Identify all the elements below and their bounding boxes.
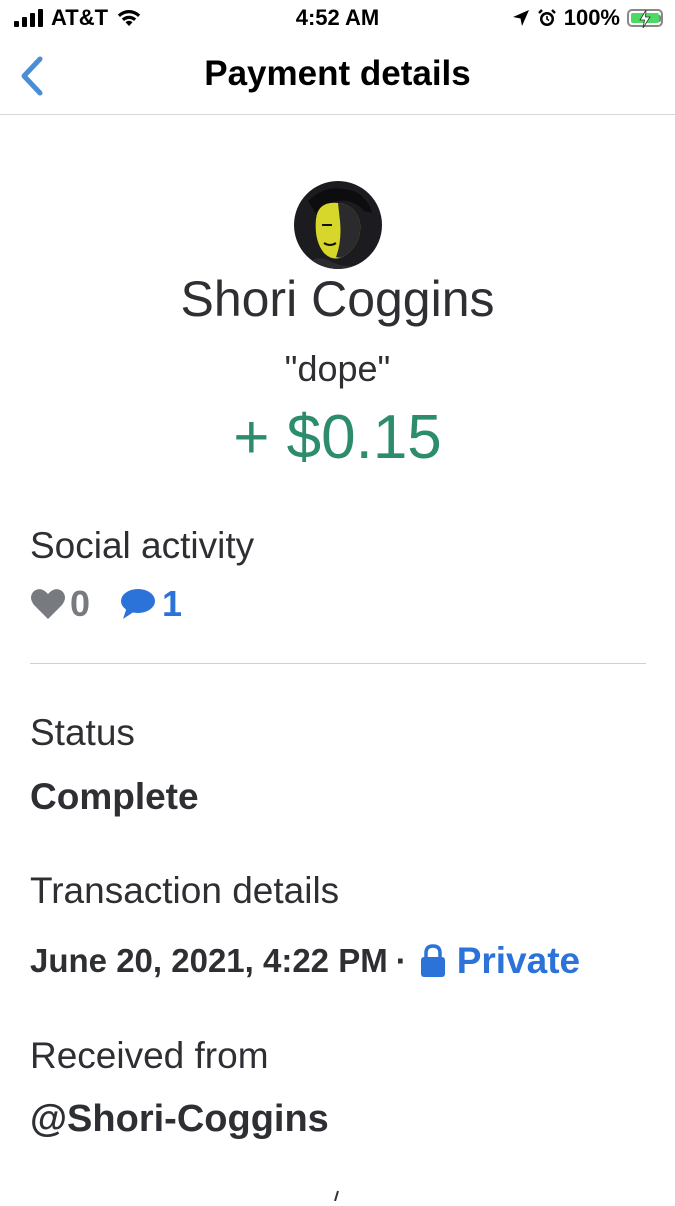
section-divider bbox=[30, 663, 646, 664]
payment-amount: + $0.15 bbox=[233, 403, 442, 472]
status-value: Complete bbox=[30, 776, 199, 817]
transaction-details-label: Transaction details bbox=[30, 870, 340, 911]
sender-handle[interactable]: @Shori-Coggins bbox=[30, 1098, 329, 1141]
heart-icon bbox=[31, 589, 65, 619]
status-label: Status bbox=[30, 712, 135, 753]
received-from-label: Received from bbox=[30, 1035, 269, 1076]
battery-icon bbox=[627, 9, 663, 28]
avatar[interactable] bbox=[294, 181, 382, 269]
page-title: Payment details bbox=[204, 54, 471, 93]
comment-button[interactable]: 1 bbox=[118, 583, 182, 625]
location-icon bbox=[512, 10, 529, 26]
comment-count: 1 bbox=[162, 583, 183, 624]
like-button[interactable]: 0 bbox=[30, 583, 90, 625]
social-activity-row: 0 1 bbox=[30, 582, 182, 626]
status-bar: AT&T 4:52 AM 100% bbox=[0, 0, 675, 38]
scroll-indicator bbox=[332, 1188, 342, 1202]
alarm-icon bbox=[537, 9, 556, 26]
comment-icon bbox=[121, 589, 156, 619]
payment-note: "dope" bbox=[284, 348, 391, 389]
sender-name[interactable]: Shori Coggins bbox=[0, 270, 675, 328]
transaction-details-row: June 20, 2021, 4:22 PM · Private bbox=[30, 938, 580, 984]
status-bar-right: 100% bbox=[512, 5, 663, 31]
separator-dot: · bbox=[395, 942, 407, 979]
avatar-image bbox=[294, 181, 382, 269]
transaction-date: June 20, 2021, 4:22 PM bbox=[30, 942, 388, 979]
lock-icon bbox=[420, 944, 445, 977]
battery-percentage: 100% bbox=[563, 5, 620, 30]
navigation-bar: Payment details bbox=[0, 38, 675, 115]
social-activity-label: Social activity bbox=[30, 525, 255, 566]
privacy-button[interactable]: Private bbox=[419, 940, 580, 982]
like-count: 0 bbox=[70, 583, 91, 624]
privacy-label: Private bbox=[456, 940, 581, 981]
